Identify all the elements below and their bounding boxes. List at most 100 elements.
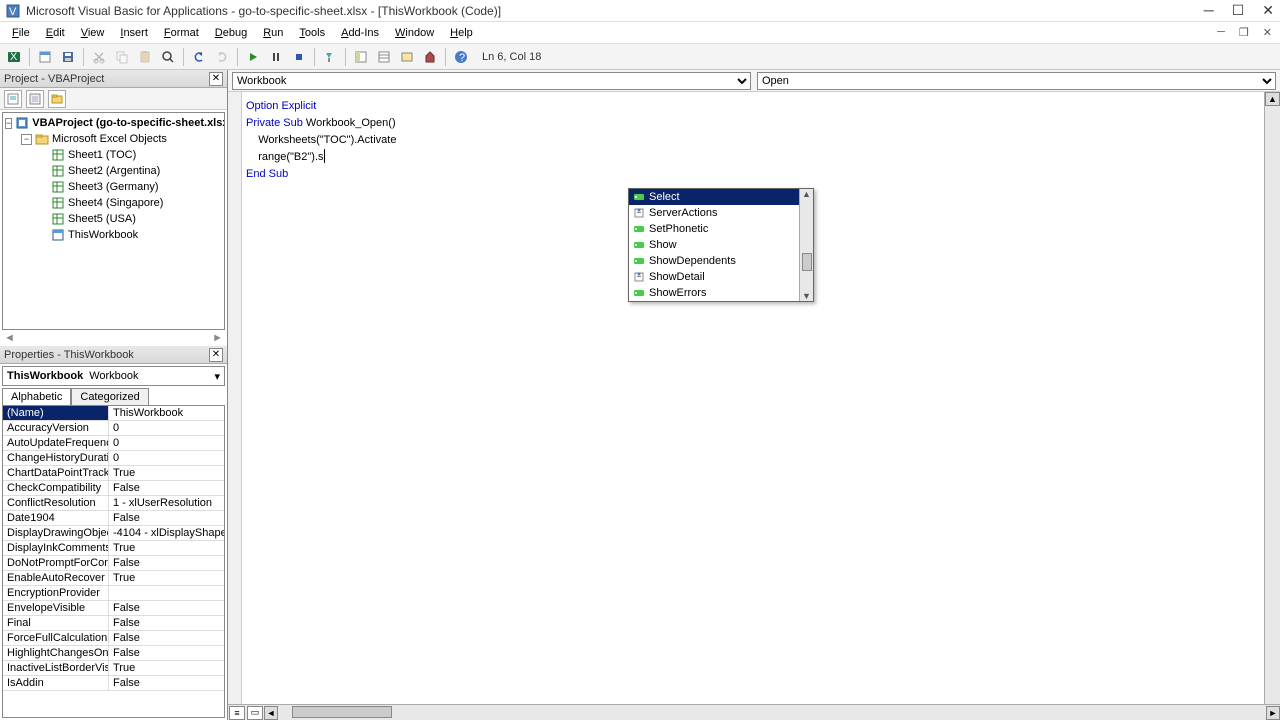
project-tree[interactable]: − VBAProject (go-to-specific-sheet.xlsx)… [2,112,225,330]
property-value[interactable]: 0 [109,436,224,450]
property-value[interactable]: 0 [109,451,224,465]
view-excel-button[interactable]: X [4,47,24,67]
tab-categorized[interactable]: Categorized [71,388,148,405]
properties-panel-close-button[interactable]: ✕ [209,348,223,362]
help-button[interactable]: ? [451,47,471,67]
properties-object-selector[interactable]: ThisWorkbook Workbook ▾ [2,366,225,386]
menu-debug[interactable]: Debug [207,25,255,41]
property-row[interactable]: AutoUpdateFrequency0 [3,436,224,451]
mdi-restore-button[interactable]: ❐ [1235,26,1253,39]
mdi-close-button[interactable]: ✕ [1259,26,1276,39]
toggle-folders-button[interactable] [48,90,66,108]
view-code-button[interactable] [4,90,22,108]
intellisense-item[interactable]: Show [629,237,813,253]
design-mode-button[interactable] [320,47,340,67]
menu-file[interactable]: File [4,25,38,41]
property-value[interactable]: False [109,601,224,615]
tree-sheet-item[interactable]: Sheet5 (USA) [5,211,222,227]
code-hscroll[interactable]: ≡ ▭ ◄ ► [228,704,1280,720]
insert-button[interactable] [35,47,55,67]
property-row[interactable]: (Name)ThisWorkbook [3,406,224,421]
intellisense-popup[interactable]: SelectServerActionsSetPhoneticShowShowDe… [628,188,814,302]
menu-help[interactable]: Help [442,25,481,41]
tree-workbook-item[interactable]: ThisWorkbook [5,227,222,243]
close-button[interactable]: ✕ [1262,2,1274,19]
menu-tools[interactable]: Tools [291,25,333,41]
code-editor[interactable]: ▲ Option ExplicitPrivate Sub Workbook_Op… [228,92,1280,704]
properties-grid[interactable]: (Name)ThisWorkbookAccuracyVersion0AutoUp… [2,405,225,718]
property-row[interactable]: AccuracyVersion0 [3,421,224,436]
property-value[interactable]: -4104 - xlDisplayShapes [109,526,224,540]
minimize-button[interactable]: ─ [1204,2,1214,19]
code-line[interactable]: range("B2").s [246,149,1274,166]
find-button[interactable] [158,47,178,67]
property-row[interactable]: EnableAutoRecoverTrue [3,571,224,586]
view-object-button[interactable] [26,90,44,108]
property-value[interactable]: False [109,556,224,570]
undo-button[interactable] [189,47,209,67]
scroll-left-icon[interactable]: ◄ [264,706,278,720]
code-line[interactable]: Private Sub Workbook_Open() [246,115,1274,132]
tree-sheet-item[interactable]: Sheet1 (TOC) [5,147,222,163]
intellisense-item[interactable]: ShowErrors [629,285,813,301]
code-line[interactable]: Worksheets("TOC").Activate [246,132,1274,149]
reset-button[interactable] [289,47,309,67]
break-button[interactable] [266,47,286,67]
code-line[interactable]: Option Explicit [246,98,1274,115]
property-value[interactable]: False [109,631,224,645]
property-value[interactable]: True [109,541,224,555]
project-explorer-button[interactable] [351,47,371,67]
property-row[interactable]: CheckCompatibilityFalse [3,481,224,496]
property-row[interactable]: IsAddinFalse [3,676,224,691]
properties-window-button[interactable] [374,47,394,67]
menu-view[interactable]: View [73,25,113,41]
object-browser-button[interactable] [397,47,417,67]
expander-icon[interactable]: − [21,134,32,145]
project-panel-close-button[interactable]: ✕ [209,72,223,86]
object-dropdown[interactable]: Workbook [232,72,751,90]
property-row[interactable]: DoNotPromptForConvertFalse [3,556,224,571]
tree-sheet-item[interactable]: Sheet2 (Argentina) [5,163,222,179]
toolbox-button[interactable] [420,47,440,67]
intellisense-item[interactable]: SetPhonetic [629,221,813,237]
property-row[interactable]: Date1904False [3,511,224,526]
intellisense-item[interactable]: ServerActions [629,205,813,221]
property-value[interactable]: False [109,646,224,660]
intellisense-item[interactable]: ShowDependents [629,253,813,269]
procedure-dropdown[interactable]: Open [757,72,1276,90]
tree-sheet-item[interactable]: Sheet3 (Germany) [5,179,222,195]
property-row[interactable]: EncryptionProvider [3,586,224,601]
scroll-right-icon[interactable]: ► [1266,706,1280,720]
expander-icon[interactable]: − [5,118,12,129]
property-value[interactable]: False [109,676,224,690]
maximize-button[interactable]: ☐ [1232,2,1245,19]
full-module-view-button[interactable]: ▭ [247,706,263,720]
property-row[interactable]: ConflictResolution1 - xlUserResolution [3,496,224,511]
property-value[interactable]: True [109,571,224,585]
property-row[interactable]: ChartDataPointTrackTrue [3,466,224,481]
property-value[interactable]: 1 - xlUserResolution [109,496,224,510]
property-value[interactable]: 0 [109,421,224,435]
procedure-view-button[interactable]: ≡ [229,706,245,720]
property-row[interactable]: FinalFalse [3,616,224,631]
mdi-minimize-button[interactable]: ─ [1213,26,1229,39]
scroll-thumb[interactable] [292,706,392,718]
property-value[interactable]: True [109,661,224,675]
redo-button[interactable] [212,47,232,67]
intellisense-item[interactable]: ShowDetail [629,269,813,285]
property-row[interactable]: ChangeHistoryDuration0 [3,451,224,466]
copy-button[interactable] [112,47,132,67]
intellisense-item[interactable]: Select [629,189,813,205]
property-value[interactable]: ThisWorkbook [109,406,224,420]
property-row[interactable]: DisplayDrawingObjects-4104 - xlDisplaySh… [3,526,224,541]
property-value[interactable]: False [109,511,224,525]
menu-addins[interactable]: Add-Ins [333,25,387,41]
menu-run[interactable]: Run [255,25,291,41]
paste-button[interactable] [135,47,155,67]
intellisense-scrollbar[interactable]: ▲▼ [799,189,813,301]
property-row[interactable]: EnvelopeVisibleFalse [3,601,224,616]
tree-project-root[interactable]: − VBAProject (go-to-specific-sheet.xlsx) [5,115,222,131]
save-button[interactable] [58,47,78,67]
property-value[interactable]: True [109,466,224,480]
cut-button[interactable] [89,47,109,67]
